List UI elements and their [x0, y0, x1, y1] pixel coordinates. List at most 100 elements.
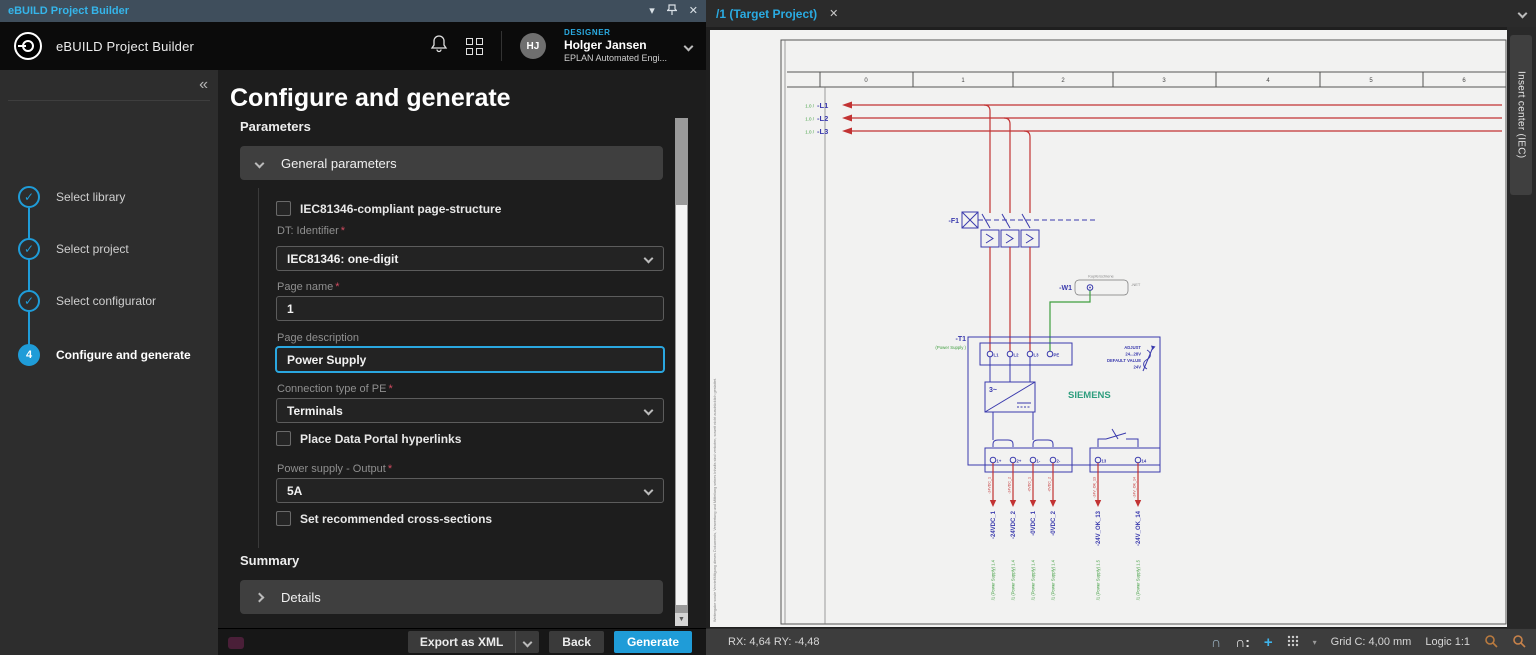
- user-menu-chevron-icon[interactable]: [684, 41, 694, 51]
- export-xml-button[interactable]: Export as XML: [408, 631, 539, 653]
- circuit-breaker-f1[interactable]: -F1: [949, 212, 1096, 351]
- generate-button[interactable]: Generate: [614, 631, 692, 653]
- dt-identifier-select[interactable]: IEC81346: one-digit: [276, 246, 664, 271]
- section-indent-line: [258, 188, 259, 548]
- cable-w1[interactable]: -W1 Kupferschiene -NET: [1050, 274, 1141, 352]
- svg-text:5: 5: [1369, 78, 1373, 84]
- frame-disclaimer: Weitergabe sowie Vervielfältigung dieses…: [713, 378, 717, 622]
- schematic-canvas[interactable]: 0 1 2 3 4 5 6 Weitergabe sowie Vervielfä…: [710, 30, 1507, 627]
- back-button[interactable]: Back: [549, 631, 604, 653]
- schematic-viewer-panel: /1 (Target Project) ✕ 0 1: [706, 0, 1536, 655]
- zoom-area-icon[interactable]: [1512, 634, 1526, 651]
- phase-bus-l1: 1.0 / -L1: [805, 101, 1502, 110]
- crosshair-icon[interactable]: +: [1264, 635, 1273, 650]
- svg-text:-L1: -L1: [817, 101, 828, 110]
- checkbox-label: Place Data Portal hyperlinks: [300, 432, 461, 446]
- select-value: IEC81346: one-digit: [287, 252, 398, 266]
- export-options-chevron[interactable]: [515, 631, 539, 653]
- tab-list-chevron-icon[interactable]: [1518, 9, 1528, 19]
- svg-text:24V: 24V: [1134, 365, 1142, 370]
- svg-text:/1 (Power Supply) 1.4: /1 (Power Supply) 1.4: [991, 559, 996, 600]
- drawing-frame: 0 1 2 3 4 5 6 Weitergabe sowie Vervielfä…: [713, 40, 1506, 624]
- sidebar-item-configure-generate[interactable]: 4 Configure and generate: [18, 344, 191, 366]
- bell-icon[interactable]: [430, 34, 448, 59]
- select-value: Terminals: [287, 404, 343, 418]
- phase-bus-l2: 1.0 / -L2: [805, 114, 1502, 123]
- data-portal-checkbox[interactable]: [276, 431, 291, 446]
- svg-text:/1 (Power Supply) 1.5: /1 (Power Supply) 1.5: [1096, 559, 1101, 600]
- zoom-lens-icon[interactable]: [1484, 634, 1498, 651]
- chevron-right-icon: [255, 592, 265, 602]
- user-block: DESIGNER Holger Jansen EPLAN Automated E…: [564, 28, 667, 64]
- svg-text:1.0 /: 1.0 /: [805, 117, 815, 122]
- parameters-heading: Parameters: [240, 119, 311, 134]
- logic-scale-indicator[interactable]: Logic 1:1: [1425, 636, 1470, 648]
- scroll-down-arrow[interactable]: ▼: [675, 613, 688, 626]
- sidebar-item-select-project[interactable]: ✓ Select project: [18, 238, 129, 260]
- viewer-tabbar: /1 (Target Project) ✕: [706, 0, 1536, 27]
- pe-type-select[interactable]: Terminals: [276, 398, 664, 423]
- page-name-label: Page name*: [277, 281, 340, 293]
- svg-text:/1 (Power Supply) 1.4: /1 (Power Supply) 1.4: [1031, 559, 1036, 600]
- svg-text:L1: L1: [994, 353, 1000, 358]
- avatar[interactable]: HJ: [520, 33, 546, 59]
- chevron-down-icon: [644, 486, 654, 496]
- object-snap-icon[interactable]: ∩:: [1235, 635, 1250, 649]
- user-role: DESIGNER: [564, 28, 667, 38]
- sidebar-item-select-library[interactable]: ✓ Select library: [18, 186, 125, 208]
- general-parameters-section[interactable]: General parameters: [240, 146, 663, 180]
- checkbox-label: IEC81346-compliant page-structure: [300, 202, 501, 216]
- apps-grid-icon[interactable]: [466, 38, 483, 55]
- page-name-input[interactable]: 1: [276, 296, 664, 321]
- iec-checkbox[interactable]: [276, 201, 291, 216]
- cross-sections-checkbox[interactable]: [276, 511, 291, 526]
- pin-icon[interactable]: [667, 4, 677, 19]
- svg-text:2-: 2-: [1057, 459, 1061, 464]
- svg-text:-NET: -NET: [1131, 282, 1141, 287]
- svg-text:-W1: -W1: [1059, 285, 1072, 292]
- eplan-logo-icon: [14, 32, 42, 60]
- data-portal-checkbox-row[interactable]: Place Data Portal hyperlinks: [276, 431, 461, 446]
- svg-text:Kupferschiene: Kupferschiene: [1088, 274, 1114, 279]
- tab-close-icon[interactable]: ✕: [829, 7, 838, 20]
- configure-panel: Configure and generate Parameters Genera…: [218, 70, 706, 628]
- tab-label: /1 (Target Project): [716, 7, 817, 21]
- window-menu-icon[interactable]: ▾: [649, 6, 655, 17]
- sidebar-item-select-configurator[interactable]: ✓ Select configurator: [18, 290, 156, 312]
- app-header: eBUILD Project Builder HJ DESIGNER Holge…: [0, 22, 706, 70]
- phase-drops: [984, 105, 1030, 213]
- grid-options-chevron-icon[interactable]: ▾: [1313, 638, 1317, 647]
- svg-text:-24VDC_2: -24VDC_2: [1008, 477, 1012, 494]
- power-output-label: Power supply - Output*: [277, 463, 392, 475]
- form-scrollbar-thumb[interactable]: [676, 205, 687, 605]
- svg-text:1.0 /: 1.0 /: [805, 104, 815, 109]
- svg-text:13: 13: [1102, 459, 1107, 464]
- svg-text:L2: L2: [1014, 353, 1020, 358]
- power-output-select[interactable]: 5A: [276, 478, 664, 503]
- collapse-sidebar-button[interactable]: «: [199, 76, 208, 94]
- iec-checkbox-row[interactable]: IEC81346-compliant page-structure: [276, 201, 501, 216]
- cross-sections-checkbox-row[interactable]: Set recommended cross-sections: [276, 511, 492, 526]
- step-label: Configure and generate: [56, 348, 191, 362]
- page-description-input[interactable]: Power Supply: [276, 347, 664, 372]
- svg-text:14: 14: [1142, 459, 1147, 464]
- grid-size-indicator[interactable]: Grid C: 4,00 mm: [1331, 636, 1412, 648]
- grid-toggle-icon[interactable]: [1287, 635, 1299, 650]
- cursor-coordinates: RX: 4,64 RY: -4,48: [728, 636, 820, 648]
- select-value: 5A: [287, 484, 302, 498]
- step-check-icon: ✓: [18, 238, 40, 260]
- close-icon[interactable]: ✕: [689, 6, 698, 17]
- details-section[interactable]: Details: [240, 580, 663, 614]
- insert-center-strip: Insert center (IEC): [1507, 27, 1536, 628]
- insert-center-tab[interactable]: Insert center (IEC): [1510, 35, 1532, 195]
- svg-text:ADJUST: ADJUST: [1124, 345, 1141, 350]
- snap-icon[interactable]: ∩: [1211, 635, 1221, 649]
- window-titlebar: eBUILD Project Builder ▾ ✕: [0, 0, 706, 22]
- power-supply-t1[interactable]: -T1 (Power Supply ) L1 L2 L3 PE 3~: [935, 336, 1160, 472]
- svg-text:DEFAULT VALUE: DEFAULT VALUE: [1107, 358, 1141, 363]
- svg-text:-24V_OK_13: -24V_OK_13: [1093, 477, 1097, 498]
- svg-text:4: 4: [1266, 78, 1270, 84]
- viewer-statusbar: RX: 4,64 RY: -4,48 ∩ ∩: + ▾ Grid C: 4,00…: [706, 628, 1536, 655]
- tab-target-project[interactable]: /1 (Target Project) ✕: [706, 0, 848, 27]
- svg-text:3: 3: [1162, 78, 1166, 84]
